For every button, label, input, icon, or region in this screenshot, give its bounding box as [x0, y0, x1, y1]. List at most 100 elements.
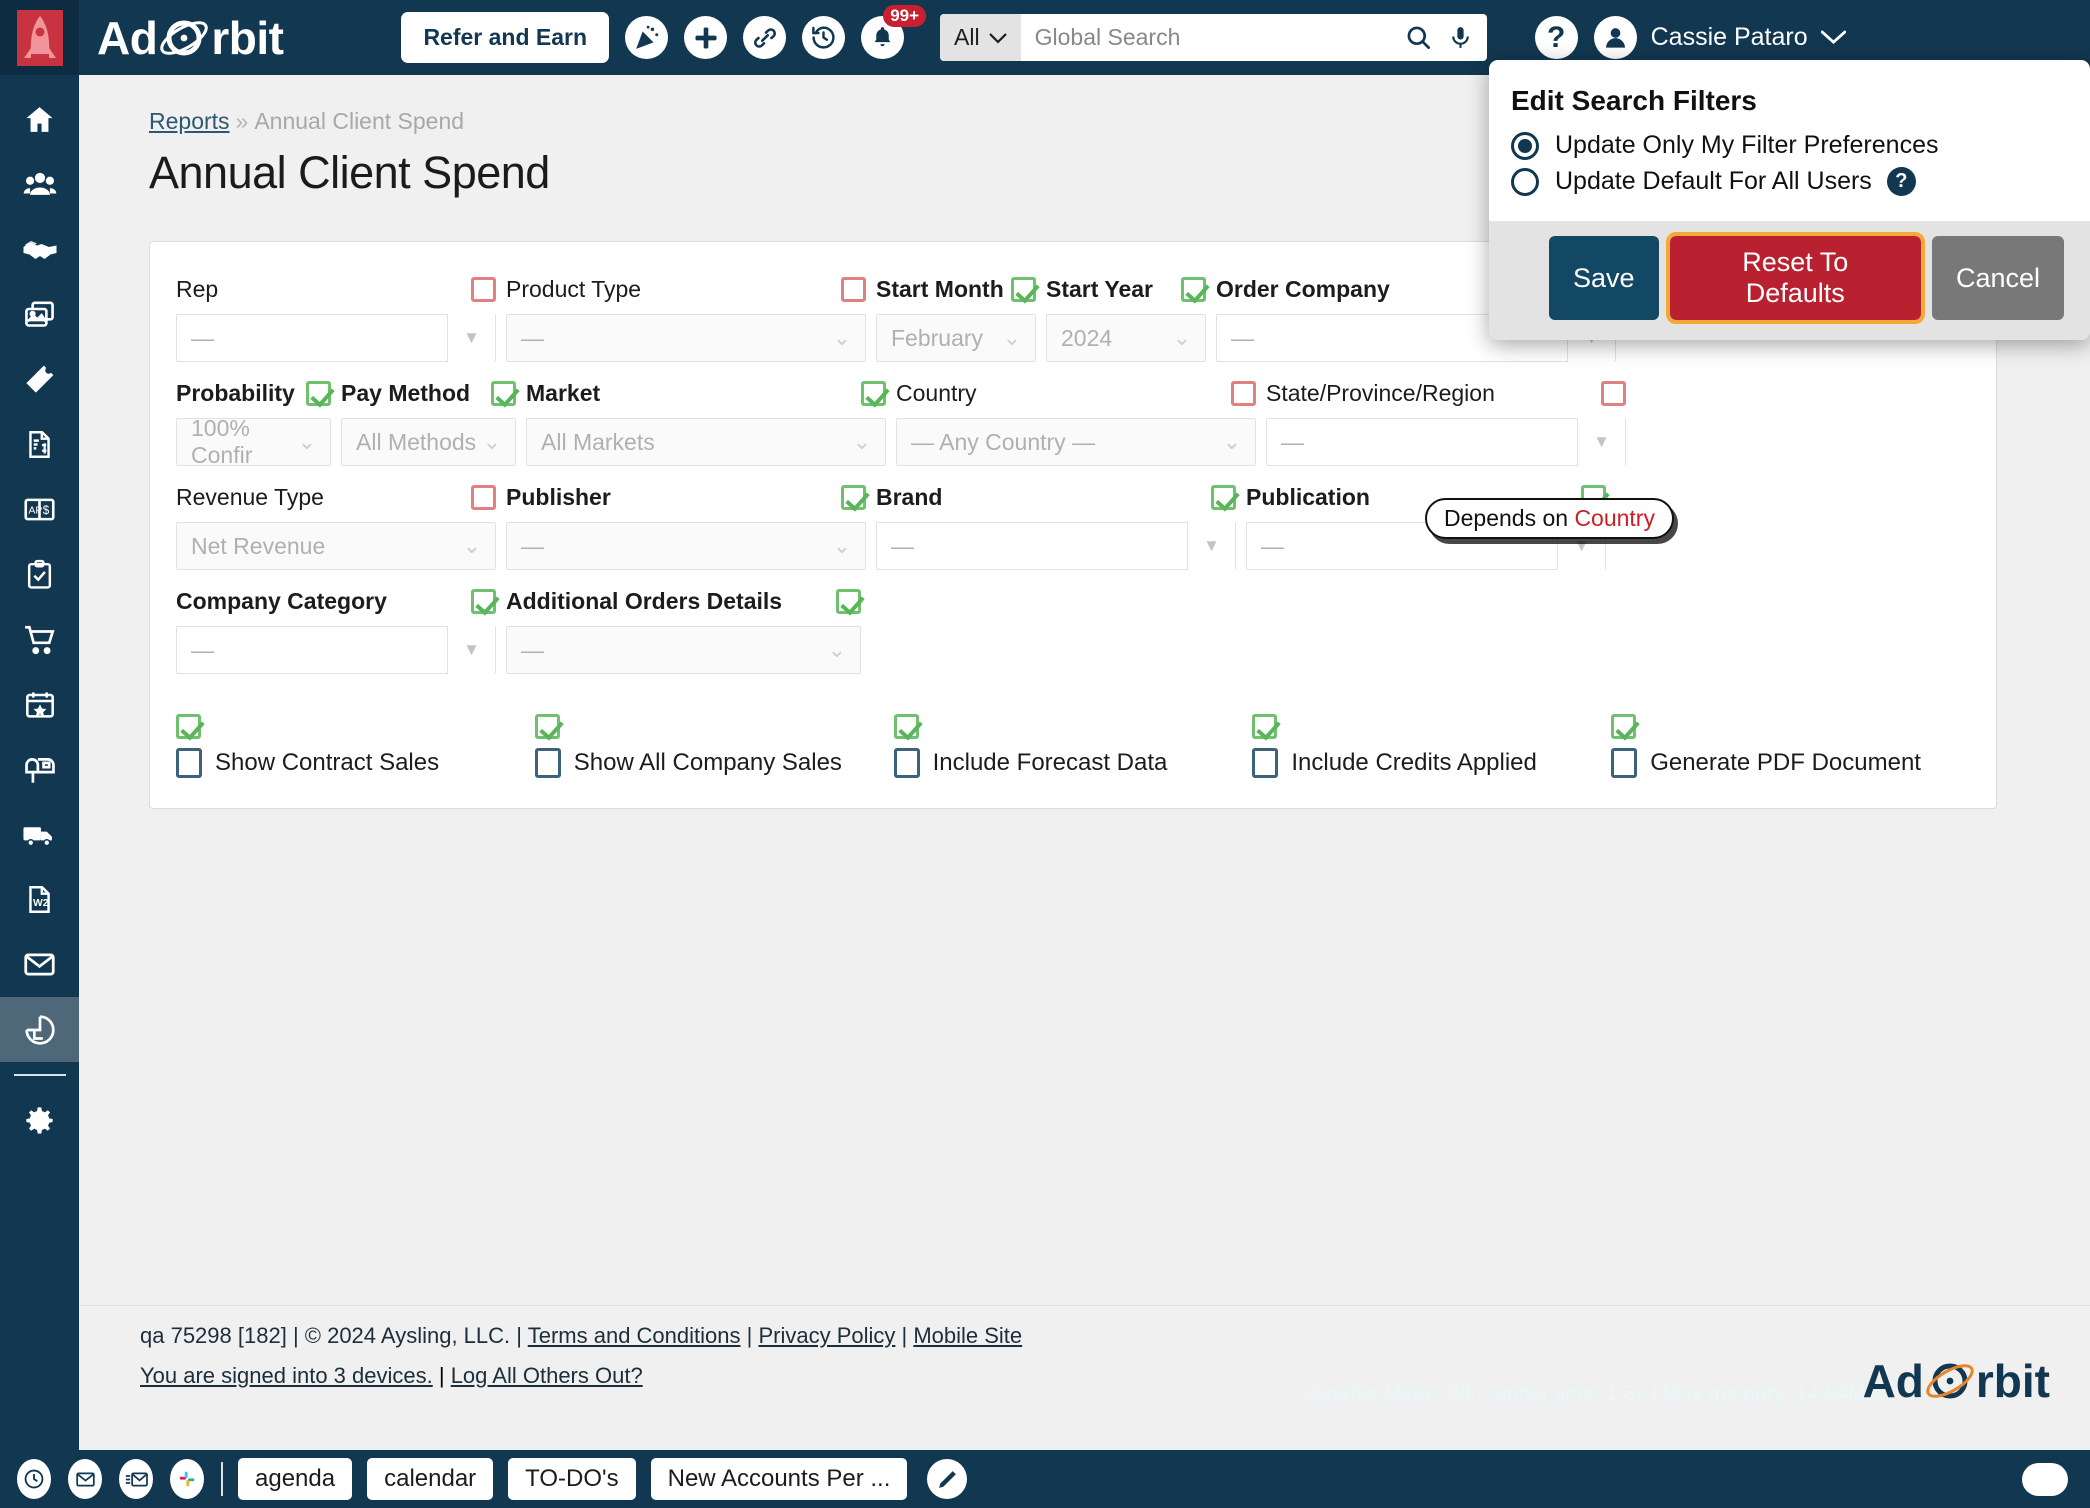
filter-enable-checkbox[interactable] [471, 588, 496, 614]
chevron-down-icon [988, 32, 1007, 44]
taskbar-button-agenda[interactable]: agenda [238, 1458, 353, 1500]
sidebar-item-shipping[interactable] [0, 802, 79, 867]
pencil-icon[interactable] [927, 1459, 968, 1499]
party-icon[interactable] [625, 16, 669, 59]
breadcrumb-current: Annual Client Spend [254, 108, 465, 134]
taskbar-button-todos[interactable]: TO-DO's [508, 1458, 636, 1500]
brand-select[interactable]: — ▼ [876, 522, 1236, 570]
sidebar-item-settings[interactable] [0, 1088, 79, 1153]
option-label: Include Credits Applied [1291, 749, 1537, 776]
start-month-select[interactable]: February ⌄ [876, 314, 1036, 362]
chat-bubble-icon[interactable] [2022, 1462, 2068, 1496]
footer-line-1: qa 75298 [182] | © 2024 Aysling, LLC. | … [140, 1306, 2090, 1349]
filter-label: Company Category [176, 587, 387, 614]
filter-enable-checkbox[interactable] [534, 714, 560, 739]
link-icon[interactable] [743, 16, 787, 59]
state-province-region-select[interactable]: — ▼ [1266, 418, 1626, 466]
sidebar-item-orders[interactable] [0, 607, 79, 672]
option-checkbox[interactable] [176, 748, 202, 778]
user-menu[interactable]: Cassie Pataro [1593, 16, 1846, 59]
filter-enable-checkbox[interactable] [306, 380, 331, 406]
sidebar-item-email[interactable] [0, 932, 79, 997]
company-category-select[interactable]: — ▼ [176, 626, 496, 674]
avatar [1593, 16, 1637, 59]
cancel-button[interactable]: Cancel [1931, 236, 2064, 320]
envelope-icon[interactable] [68, 1459, 102, 1499]
microphone-icon[interactable] [1448, 25, 1473, 50]
sidebar-item-tickets[interactable] [0, 347, 79, 412]
sidebar-item-tasks[interactable] [0, 542, 79, 607]
filter-enable-checkbox[interactable] [1231, 380, 1256, 406]
option-checkbox[interactable] [1611, 748, 1638, 778]
bell-icon[interactable]: 99+ [861, 5, 927, 59]
pay-method-select[interactable]: All Methods ⌄ [341, 418, 516, 466]
rep-select[interactable]: — ▼ [176, 314, 496, 362]
search-icon[interactable] [1405, 24, 1432, 51]
filter-enable-checkbox[interactable] [491, 380, 516, 406]
sidebar-item-events[interactable] [0, 672, 79, 737]
radio-button[interactable] [1511, 167, 1539, 196]
filter-enable-checkbox[interactable] [1611, 714, 1637, 739]
refer-and-earn-button[interactable]: Refer and Earn [401, 12, 610, 63]
sidebar-item-accounts-payable[interactable]: AP $ [0, 477, 79, 542]
filter-enable-checkbox[interactable] [176, 714, 201, 739]
select-value: — Any Country — [911, 428, 1096, 455]
footer-logout-link[interactable]: Log All Others Out? [451, 1363, 643, 1388]
search-scope-dropdown[interactable]: All [940, 14, 1021, 61]
help-icon[interactable]: ? [1534, 16, 1578, 59]
additional-orders-details-select[interactable]: — ⌄ [506, 626, 861, 674]
taskbar-button-new-accounts[interactable]: New Accounts Per ... [650, 1458, 908, 1500]
reset-to-defaults-button[interactable]: Reset To Defaults [1665, 232, 1925, 324]
breadcrumb-parent[interactable]: Reports [149, 108, 230, 134]
taskbar-button-calendar[interactable]: calendar [367, 1458, 494, 1500]
publisher-select[interactable]: — ⌄ [506, 522, 866, 570]
filter-enable-checkbox[interactable] [471, 484, 496, 510]
filter-enable-checkbox[interactable] [1011, 276, 1036, 302]
probability-select[interactable]: 100% Confir ⌄ [176, 415, 331, 468]
option-checkbox[interactable] [1252, 748, 1279, 778]
footer-sep: | [438, 1363, 451, 1388]
filter-enable-checkbox[interactable] [1252, 714, 1278, 739]
plus-icon[interactable] [684, 16, 728, 59]
brand-name[interactable]: Ad rbit [97, 11, 284, 65]
sidebar-item-contacts[interactable] [0, 152, 79, 217]
save-button[interactable]: Save [1549, 236, 1659, 320]
radio-update-only-my-filter-preferences[interactable]: Update Only My Filter Preferences [1511, 131, 2064, 160]
filter-enable-checkbox[interactable] [836, 588, 861, 614]
filter-enable-checkbox[interactable] [893, 714, 919, 739]
radio-update-default-for-all-users[interactable]: Update Default For All Users ? [1511, 167, 2064, 196]
envelope-list-icon[interactable] [119, 1459, 153, 1499]
app-logo-mark[interactable] [0, 0, 79, 75]
revenue-type-select[interactable]: Net Revenue ⌄ [176, 522, 496, 570]
sidebar-item-invoices[interactable] [0, 412, 79, 477]
filter-enable-checkbox[interactable] [861, 380, 886, 406]
help-icon[interactable]: ? [1886, 167, 1916, 196]
filter-enable-checkbox[interactable] [1181, 276, 1206, 302]
option-checkbox[interactable] [893, 748, 920, 778]
footer-link-privacy[interactable]: Privacy Policy [758, 1323, 895, 1348]
filter-enable-checkbox[interactable] [1601, 380, 1626, 406]
product-type-select[interactable]: — ⌄ [506, 314, 866, 362]
slack-icon[interactable] [170, 1459, 204, 1499]
sidebar-item-home[interactable] [0, 87, 79, 152]
country-select[interactable]: — Any Country — ⌄ [896, 418, 1256, 466]
sidebar-item-tax-forms[interactable]: W2 [0, 867, 79, 932]
sidebar-item-deals[interactable] [0, 217, 79, 282]
footer-link-mobile[interactable]: Mobile Site [913, 1323, 1022, 1348]
sidebar-item-mailbox[interactable] [0, 737, 79, 802]
sidebar-item-media[interactable] [0, 282, 79, 347]
filter-enable-checkbox[interactable] [1211, 484, 1236, 510]
filter-enable-checkbox[interactable] [471, 276, 496, 302]
footer-devices-link[interactable]: You are signed into 3 devices. [140, 1363, 433, 1388]
option-checkbox[interactable] [534, 748, 561, 778]
start-year-select[interactable]: 2024 ⌄ [1046, 314, 1206, 362]
market-select[interactable]: All Markets ⌄ [526, 418, 886, 466]
radio-button[interactable] [1511, 131, 1539, 160]
filter-enable-checkbox[interactable] [841, 484, 866, 510]
search-input[interactable] [1020, 14, 1391, 61]
clock-icon[interactable] [17, 1459, 51, 1499]
sidebar-item-reports[interactable] [0, 997, 79, 1062]
filter-enable-checkbox[interactable] [841, 276, 866, 302]
history-icon[interactable] [802, 16, 846, 59]
footer-link-terms[interactable]: Terms and Conditions [528, 1323, 741, 1348]
